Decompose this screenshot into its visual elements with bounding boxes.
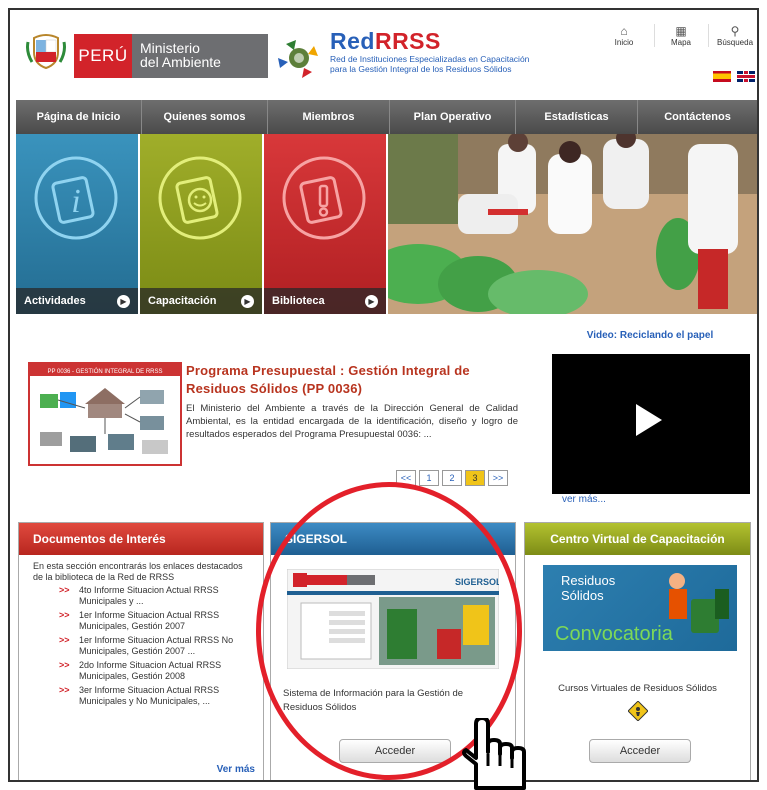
centro-virtual-box: Centro Virtual de Capacitación Residuos … [524, 522, 751, 780]
arrow-right-icon: ▶ [365, 295, 378, 308]
double-chevron-icon: >> [59, 610, 70, 620]
arrow-right-icon: ▶ [117, 295, 130, 308]
centro-banner-line-1: Residuos [561, 573, 616, 588]
rrss-subtitle: Red de Instituciones Especializadas en C… [330, 54, 570, 74]
hand-pointer-icon [462, 718, 526, 790]
rrss-subtitle-line-1: Red de Instituciones Especializadas en C… [330, 54, 530, 64]
tile-biblioteca[interactable]: Biblioteca ▶ [264, 134, 386, 314]
rrss-subtitle-line-2: para la Gestión Integral de los Residuos… [330, 64, 512, 74]
document-item[interactable]: >> 1er Informe Situacion Actual RRSS Muni… [19, 610, 263, 632]
documents-title: Documentos de Interés [19, 523, 263, 555]
nav-item-contactenos[interactable]: Contáctenos [638, 100, 757, 134]
play-icon[interactable] [636, 404, 662, 436]
tool-home-label: Inicio [614, 38, 634, 47]
document-item-text: 1er Informe Situacion Actual RRSS Munici… [79, 610, 220, 631]
ministry-label-2: del Ambiente [140, 54, 221, 70]
recycle-logo-icon[interactable] [272, 34, 326, 82]
news-image-caption: PP 0036 - GESTIÓN INTEGRAL DE RRSS [47, 368, 162, 375]
nav-item-quienes-somos[interactable]: Quienes somos [142, 100, 268, 134]
document-item-text: 1er Informe Situacion Actual RRSS No Mun… [79, 635, 234, 656]
tool-search[interactable]: ⚲ Búsqueda [708, 24, 757, 47]
nav-item-estadisticas[interactable]: Estadísticas [516, 100, 638, 134]
peru-label: PERÚ [78, 46, 128, 65]
tool-search-label: Búsqueda [716, 38, 754, 47]
video-more-link[interactable]: ver más... [562, 494, 606, 505]
document-item[interactable]: >> 2do Informe Situacion Actual RRSS Muni… [19, 660, 263, 682]
centro-banner-convocatoria: Convocatoria [555, 623, 673, 645]
language-selector [711, 68, 756, 86]
tile-biblioteca-text: Biblioteca [272, 295, 325, 307]
pager-page-2[interactable]: 2 [442, 470, 462, 486]
double-chevron-icon: >> [59, 585, 70, 595]
coat-of-arms-icon [26, 34, 66, 70]
rrss-title-red: Red [330, 28, 375, 54]
news-title[interactable]: Programa Presupuestal : Gestión Integral… [186, 362, 516, 398]
pager-next[interactable]: >> [488, 470, 508, 486]
nav-item-miembros[interactable]: Miembros [268, 100, 390, 134]
documents-more-link[interactable]: Ver más [217, 764, 255, 775]
news-image[interactable]: PP 0036 - GESTIÓN INTEGRAL DE RRSS [28, 362, 182, 466]
centro-virtual-title: Centro Virtual de Capacitación [525, 523, 750, 555]
peru-logo[interactable]: PERÚ [74, 34, 132, 78]
document-item-text: 3er Informe Situacion Actual RRSS Munici… [79, 685, 220, 706]
centro-acceder-button[interactable]: Acceder [589, 739, 691, 763]
double-chevron-icon: >> [59, 685, 70, 695]
centro-banner-line-2: Sólidos [561, 588, 604, 603]
recycling-volunteers-photo[interactable] [388, 134, 757, 314]
ministry-logo[interactable]: Ministerio del Ambiente [132, 34, 268, 78]
double-chevron-icon: >> [59, 635, 70, 645]
document-item[interactable]: >> 4to Informe Situacion Actual RRSS Muni… [19, 585, 263, 607]
smiley-icon [158, 156, 242, 240]
tile-actividades-text: Actividades [24, 295, 86, 307]
map-icon: ▦ [675, 24, 687, 38]
video-player[interactable] [552, 354, 750, 494]
news-body: El Ministerio del Ambiente a través de l… [186, 403, 518, 440]
site-header: PERÚ Ministerio del Ambiente RedRRSS Red… [10, 10, 757, 94]
document-item-text: 4to Informe Situacion Actual RRSS Munici… [79, 585, 219, 606]
exclamation-icon [282, 156, 366, 240]
centro-banner-title: Residuos Sólidos [561, 573, 615, 603]
tile-capacitacion[interactable]: Capacitación ▶ [140, 134, 262, 314]
main-nav: Página de Inicio Quienes somos Miembros … [16, 100, 757, 134]
documents-intro: En esta sección encontrarás los enlaces … [33, 561, 243, 582]
arrow-right-icon: ▶ [241, 295, 254, 308]
svg-text:i: i [71, 183, 80, 220]
es-flag-icon[interactable] [713, 71, 731, 83]
home-icon: ⌂ [620, 24, 628, 38]
tool-map[interactable]: ▦ Mapa [654, 24, 707, 47]
pp0036-diagram: PP 0036 - GESTIÓN INTEGRAL DE RRSS [30, 364, 180, 454]
nav-item-plan-operativo[interactable]: Plan Operativo [390, 100, 516, 134]
video-title[interactable]: Video: Reciclando el papel [555, 330, 745, 341]
uk-flag-icon[interactable] [737, 71, 756, 83]
rrss-title[interactable]: RedRRSS [330, 28, 441, 55]
document-item[interactable]: >> 3er Informe Situacion Actual RRSS Muni… [19, 685, 263, 707]
tool-map-label: Mapa [670, 38, 691, 47]
documents-box: Documentos de Interés En esta sección en… [18, 522, 264, 780]
pager-page-1[interactable]: 1 [419, 470, 439, 486]
tile-capacitacion-text: Capacitación [148, 295, 217, 307]
document-item-text: 2do Informe Situacion Actual RRSS Munici… [79, 660, 222, 681]
search-icon: ⚲ [730, 24, 740, 38]
tool-home[interactable]: ⌂ Inicio [598, 24, 650, 47]
tile-actividades[interactable]: i Actividades ▶ [16, 134, 138, 314]
nav-item-inicio[interactable]: Página de Inicio [16, 100, 142, 134]
centro-description: Cursos Virtuales de Residuos Sólidos [558, 683, 717, 694]
pager-page-3[interactable]: 3 [465, 470, 485, 486]
document-item[interactable]: >> 1er Informe Situacion Actual RRSS No M… [19, 635, 263, 657]
rrss-title-rrss: RRSS [374, 28, 441, 54]
diamond-sign-icon [628, 701, 648, 721]
double-chevron-icon: >> [59, 660, 70, 670]
info-icon: i [34, 156, 118, 240]
ministry-label-1: Ministerio [140, 40, 200, 56]
centro-banner[interactable]: Residuos Sólidos Convocatoria [543, 565, 737, 651]
